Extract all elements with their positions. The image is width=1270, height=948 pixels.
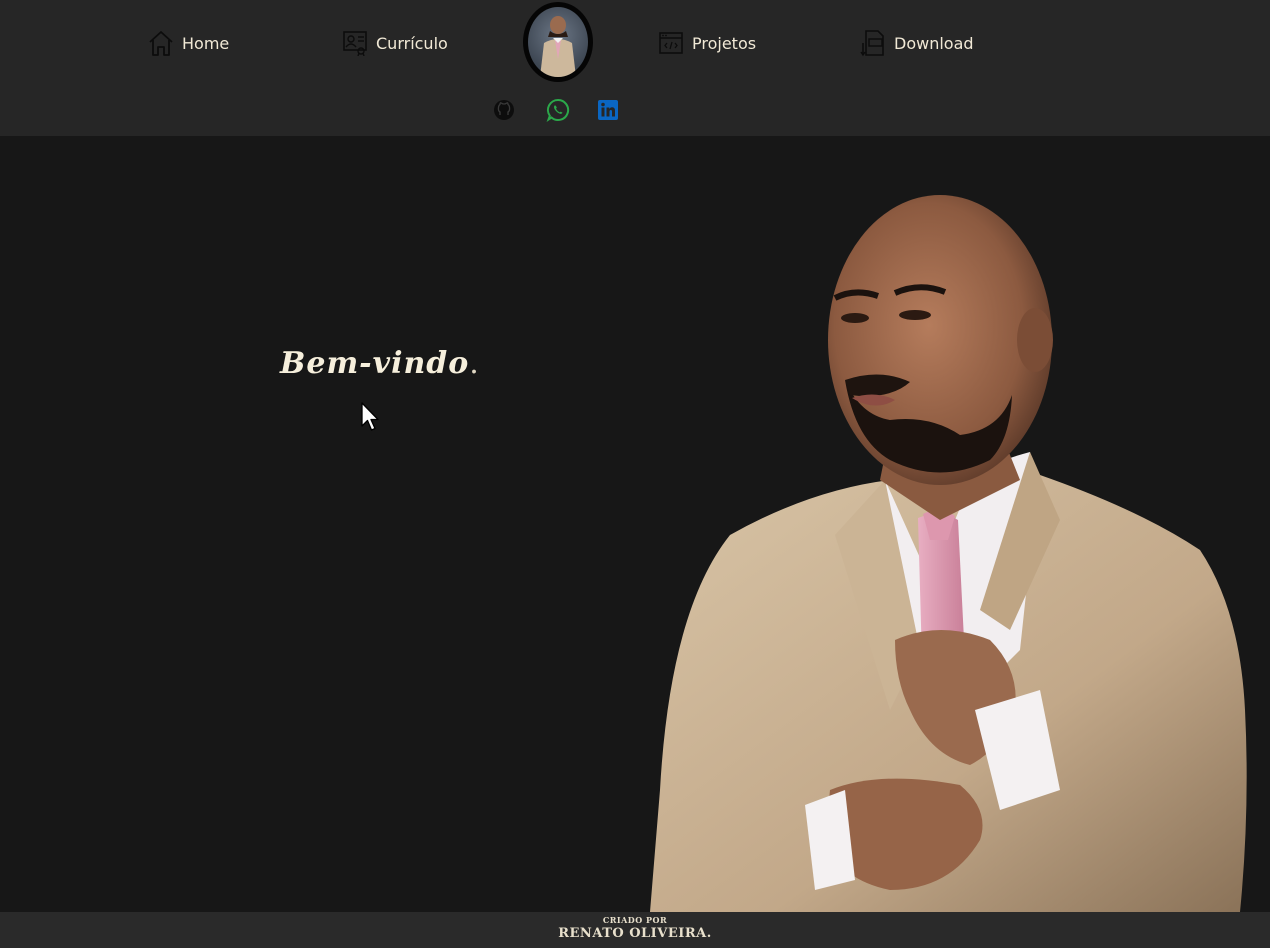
footer-created-by: CRIADO POR [602, 915, 668, 925]
code-window-icon [658, 31, 684, 55]
nav-home-label: Home [182, 33, 230, 53]
nav-home-link[interactable]: Home [148, 28, 229, 58]
github-icon [493, 99, 515, 125]
home-icon [148, 29, 174, 57]
nav-curriculo-label: Currículo [376, 33, 448, 53]
welcome-heading: Bem-vindo. [280, 346, 480, 381]
mouse-cursor-icon [361, 402, 381, 434]
site-header: Home Currículo Projetos Download [0, 0, 1270, 136]
whatsapp-icon [546, 98, 570, 126]
welcome-punctuation: . [469, 346, 480, 381]
download-document-icon [860, 29, 886, 57]
nav-download-label: Download [894, 33, 974, 53]
nav-projetos-label: Projetos [692, 33, 757, 53]
whatsapp-link[interactable] [546, 98, 570, 126]
resume-icon [342, 30, 368, 56]
footer-author-name: RENATO OLIVEIRA. [558, 926, 712, 941]
welcome-text: Bem-vindo [280, 346, 470, 381]
nav-curriculo-link[interactable]: Currículo [342, 28, 448, 58]
github-link[interactable] [492, 100, 516, 124]
site-footer: CRIADO POR RENATO OLIVEIRA. [0, 912, 1270, 948]
portrait-photo [640, 190, 1260, 912]
linkedin-icon [597, 99, 619, 125]
nav-download-link[interactable]: Download [860, 28, 974, 58]
profile-avatar-photo [528, 7, 588, 77]
profile-avatar[interactable] [523, 2, 593, 82]
linkedin-link[interactable] [596, 100, 620, 124]
nav-projetos-link[interactable]: Projetos [658, 28, 756, 58]
